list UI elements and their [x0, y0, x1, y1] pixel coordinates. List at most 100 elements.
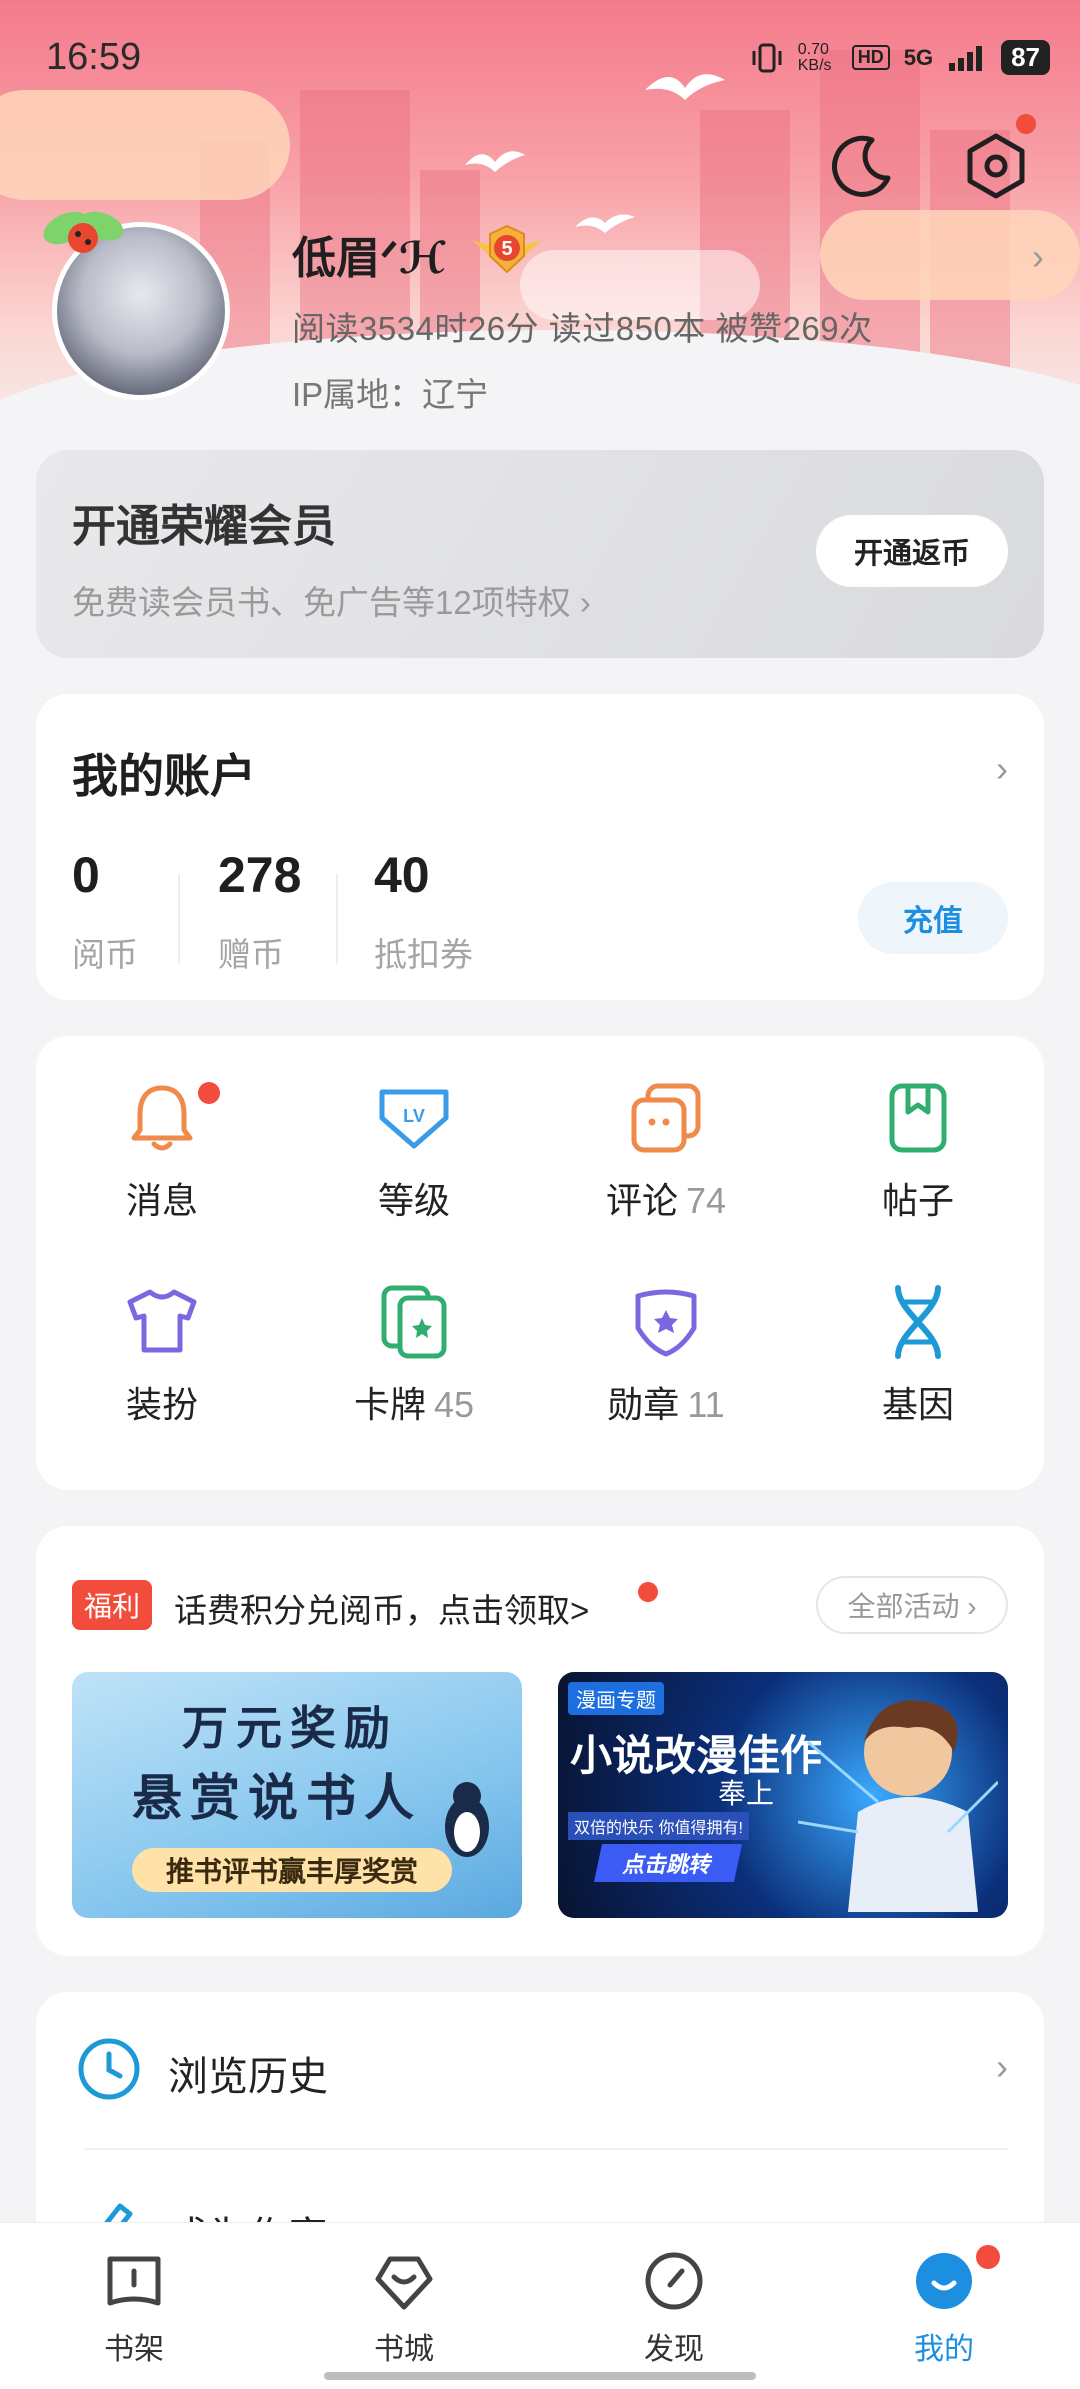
tab-label: 书架: [104, 2333, 164, 2366]
clock-icon: [78, 2038, 140, 2100]
penguin-icon: [445, 1782, 489, 1857]
bird-icon: [575, 214, 635, 233]
menu-list: 浏览历史 › 成为作家: [36, 1992, 1044, 2259]
net-speed: 0.70 KB/s: [797, 40, 832, 74]
balance-coins-label: 阅币: [72, 936, 138, 973]
card-icon: [381, 1285, 447, 1359]
grid-label: 评论: [605, 1180, 678, 1221]
grid-label: 消息: [125, 1180, 198, 1221]
svg-text:LV: LV: [403, 1106, 425, 1126]
compass-icon: [645, 2252, 703, 2310]
vibrate-icon: [752, 43, 782, 72]
tab-label: 我的: [914, 2333, 974, 2366]
welfare-card: 福利 话费积分兑阅币，点击领取> 全部活动 › 万元奖励 悬赏说书人 推书评书赢…: [36, 1526, 1044, 1956]
list-item-label: 浏览历史: [168, 2055, 328, 2099]
grid-label: 装扮: [125, 1384, 198, 1425]
manga-character-illustration: [798, 1700, 998, 1912]
welfare-tag: 福利: [72, 1580, 152, 1630]
vouchers-label: 抵扣券: [374, 936, 473, 973]
vip-card[interactable]: 开通荣耀会员 免费读会员书、免广告等12项特权 › 开通返币: [36, 450, 1044, 658]
account-title[interactable]: 我的账户: [72, 740, 256, 806]
settings-icon[interactable]: [960, 130, 1032, 202]
status-bar: 16:59 0.70 KB/s HD 5G 87: [0, 0, 1080, 120]
vip-open-button[interactable]: 开通返币: [816, 515, 1008, 587]
tab-bookstore[interactable]: 书城: [314, 2249, 494, 2368]
list-item-browse-history[interactable]: 浏览历史 ›: [36, 1992, 1044, 2152]
divider: [84, 2148, 1008, 2150]
dna-icon: [895, 1285, 941, 1359]
chevron-right-icon: ›: [996, 2046, 1008, 2087]
vouchers[interactable]: 40: [374, 846, 430, 904]
grid-item-comments[interactable]: 评论 74: [540, 1078, 792, 1224]
divider: [178, 874, 180, 964]
ladybug-decoration-icon: [43, 211, 124, 253]
nickname[interactable]: 低眉ᐟℋ: [292, 222, 446, 286]
balance-coins[interactable]: 0: [72, 846, 100, 904]
bottom-tab-bar: 书架 书城 发现 我的: [0, 2222, 1080, 2389]
grid-item-messages[interactable]: 消息: [36, 1078, 288, 1224]
gift-coins-label: 赠币: [218, 936, 284, 973]
tab-label: 书城: [374, 2333, 434, 2366]
grid-item-cards[interactable]: 卡牌 45: [288, 1282, 540, 1428]
grid-label: 基因: [881, 1384, 954, 1425]
profile-chevron-icon[interactable]: ›: [1032, 236, 1044, 278]
tab-mine[interactable]: 我的: [854, 2249, 1034, 2368]
banner2-title: 小说改漫佳作: [570, 1731, 823, 1780]
bell-icon: [131, 1085, 193, 1151]
medal-icon: [635, 1289, 697, 1357]
bookmark-post-icon: [889, 1083, 947, 1153]
medal-count: 11: [687, 1384, 725, 1425]
user-level-badge[interactable]: 5: [468, 222, 546, 278]
grid-label: 帖子: [881, 1180, 954, 1221]
bookstore-icon: [375, 2256, 433, 2310]
account-card: 我的账户 › 0 阅币 278 赠币 40 抵扣券 充值: [36, 694, 1044, 1000]
gift-coins[interactable]: 278: [218, 846, 301, 904]
feature-grid: 消息 LV 等级 评论 74 帖子 装扮 卡牌 45 勋章 11 基因: [36, 1036, 1044, 1490]
banner-novel-to-manga[interactable]: 漫画专题 小说改漫佳作 奉上 双倍的快乐 你值得拥有! 点击跳转: [558, 1672, 1008, 1918]
signal-5g: 5G: [903, 44, 934, 70]
ip-location: IP属地：辽宁: [292, 376, 489, 413]
messages-notification-dot: [198, 1082, 220, 1104]
grid-item-posts[interactable]: 帖子: [792, 1078, 1044, 1224]
vip-subtitle[interactable]: 免费读会员书、免广告等12项特权 ›: [72, 576, 591, 624]
level-shield-icon: LV: [379, 1089, 449, 1149]
reading-stats: 阅读3534时26分 读过850本 被赞269次: [292, 310, 873, 347]
divider: [336, 874, 338, 964]
home-indicator[interactable]: [324, 2372, 756, 2380]
hd-badge: HD: [851, 45, 890, 70]
welfare-promo-link[interactable]: 话费积分兑阅币，点击领取>: [174, 1584, 589, 1632]
banner2-tag: 漫画专题: [568, 1682, 664, 1715]
night-mode-icon[interactable]: [826, 130, 898, 202]
grid-label: 卡牌: [353, 1384, 426, 1425]
grid-item-level[interactable]: LV 等级: [288, 1078, 540, 1224]
profile-icon: [916, 2253, 972, 2309]
grid-item-gene[interactable]: 基因: [792, 1282, 1044, 1428]
vip-title: 开通荣耀会员: [72, 502, 336, 551]
status-time: 16:59: [46, 36, 142, 78]
tab-bookshelf[interactable]: 书架: [44, 2249, 224, 2368]
tab-label: 发现: [644, 2333, 704, 2366]
bird-icon: [465, 151, 525, 172]
tab-discover[interactable]: 发现: [584, 2249, 764, 2368]
banner2-sub: 奉上: [718, 1778, 775, 1809]
battery-level: 87: [1001, 40, 1050, 75]
banner-storyteller-reward[interactable]: 万元奖励 悬赏说书人 推书评书赢丰厚奖赏: [72, 1672, 522, 1918]
grid-label: 勋章: [607, 1384, 680, 1425]
banner2-button[interactable]: 点击跳转: [593, 1844, 743, 1882]
grid-item-medals[interactable]: 勋章 11: [540, 1282, 792, 1428]
mine-notification-dot: [976, 2245, 1000, 2269]
card-count: 45: [433, 1384, 475, 1425]
banner1-line3: 推书评书赢丰厚奖赏: [132, 1848, 452, 1892]
tshirt-icon: [127, 1289, 197, 1353]
grid-label: 等级: [377, 1180, 450, 1221]
grid-item-dressup[interactable]: 装扮: [36, 1282, 288, 1428]
bookshelf-icon: [107, 2256, 161, 2306]
banner1-line2: 悬赏说书人: [132, 1768, 422, 1827]
banner1-line1: 万元奖励: [182, 1701, 398, 1755]
welfare-notification-dot: [638, 1582, 658, 1602]
all-activities-button[interactable]: 全部活动 ›: [816, 1576, 1008, 1634]
account-chevron-icon[interactable]: ›: [996, 748, 1008, 790]
recharge-button[interactable]: 充值: [858, 882, 1008, 954]
banner2-note: 双倍的快乐 你值得拥有!: [568, 1812, 749, 1840]
comment-icon: [631, 1083, 701, 1153]
